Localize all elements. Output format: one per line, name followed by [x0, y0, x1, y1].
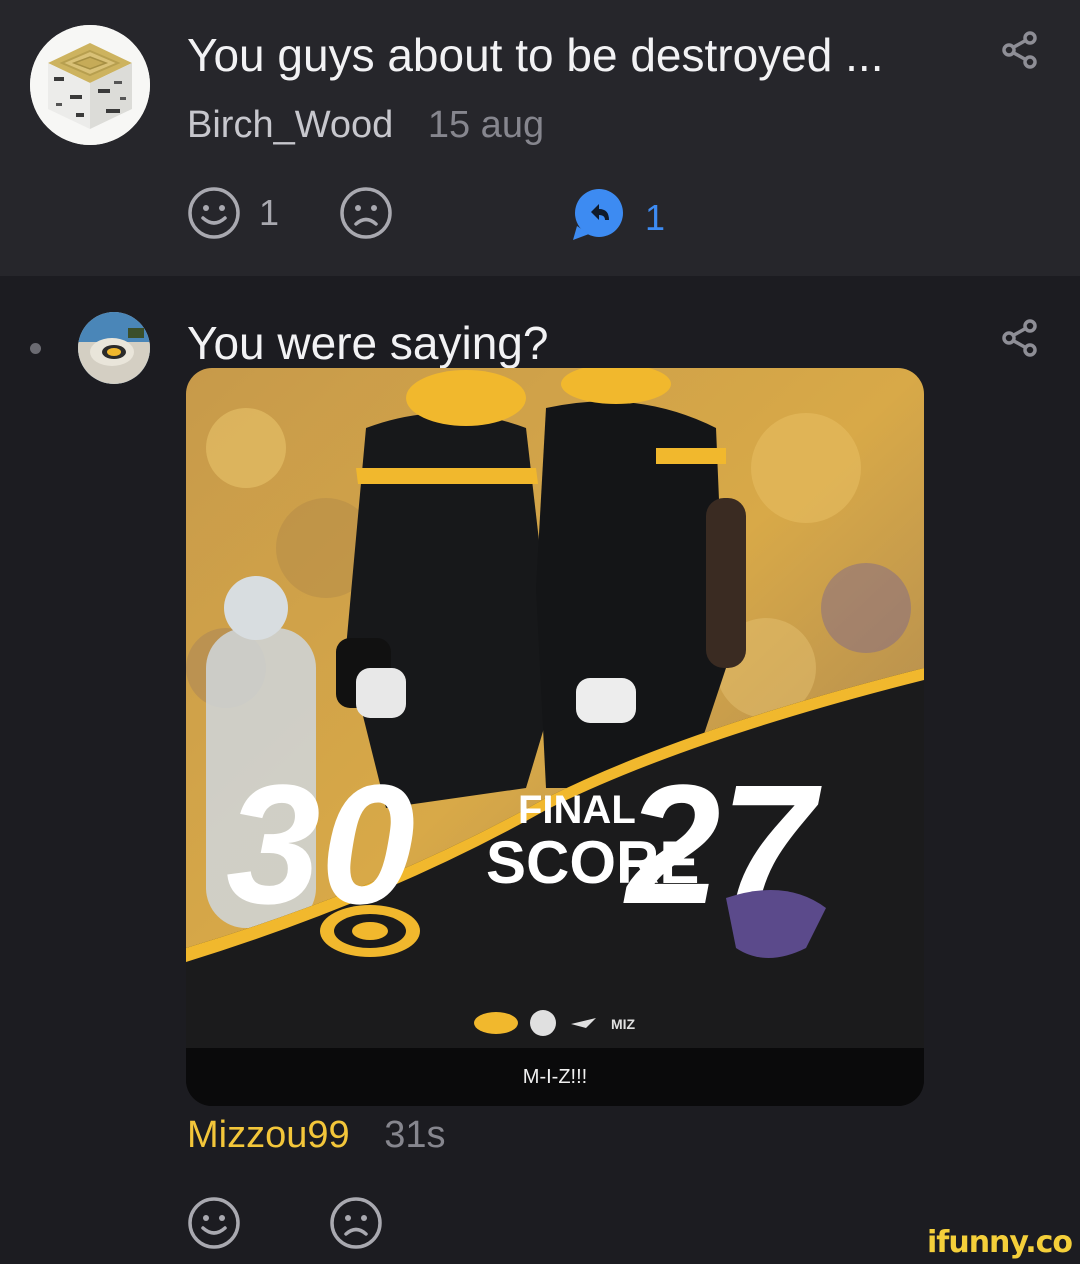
- attached-image[interactable]: 30 27 FINAL SCORE MIZ M-I-Z!!!: [186, 368, 924, 1106]
- like-count: 1: [259, 192, 280, 233]
- comment-text: You guys about to be destroyed ...: [187, 29, 884, 81]
- share-icon[interactable]: [1000, 30, 1040, 70]
- reply-count: 1: [645, 196, 666, 238]
- comment-meta: Mizzou99 31s: [187, 1114, 445, 1157]
- score-label: SCORE: [486, 829, 699, 896]
- watermark: ifunny.co: [927, 1225, 1073, 1260]
- reaction-bar: 1: [187, 186, 393, 240]
- smile-icon[interactable]: [187, 186, 241, 240]
- reply-icon: [571, 188, 627, 247]
- comment-username[interactable]: Mizzou99: [187, 1114, 350, 1156]
- frown-icon[interactable]: [339, 186, 393, 240]
- smile-icon[interactable]: [187, 1196, 241, 1250]
- svg-text:MIZ: MIZ: [611, 1016, 636, 1032]
- user-avatar[interactable]: [78, 312, 150, 384]
- comments-screen: You guys about to be destroyed ... Birch…: [0, 0, 1080, 1264]
- user-avatar[interactable]: [30, 25, 150, 145]
- thread-indicator: [30, 343, 41, 354]
- comment-parent: You guys about to be destroyed ... Birch…: [0, 0, 1080, 276]
- image-caption: M-I-Z!!!: [186, 1048, 924, 1106]
- frown-icon[interactable]: [329, 1196, 383, 1250]
- share-icon[interactable]: [1000, 318, 1040, 358]
- final-score-graphic: 30 27 FINAL SCORE MIZ: [186, 368, 924, 1048]
- mizzou-tiger-avatar: [78, 312, 150, 384]
- final-label: FINAL: [518, 788, 636, 832]
- comment-timestamp: 31s: [384, 1114, 446, 1156]
- comment-text: You were saying?: [187, 317, 549, 369]
- comment-username[interactable]: Birch_Wood: [187, 104, 393, 146]
- reply-button[interactable]: 1: [571, 188, 665, 247]
- reaction-bar: [187, 1196, 383, 1250]
- comment-timestamp: 15 aug: [427, 104, 545, 146]
- minecraft-birch-block-icon: [30, 25, 150, 145]
- comment-meta: Birch_Wood 15 aug: [187, 104, 544, 147]
